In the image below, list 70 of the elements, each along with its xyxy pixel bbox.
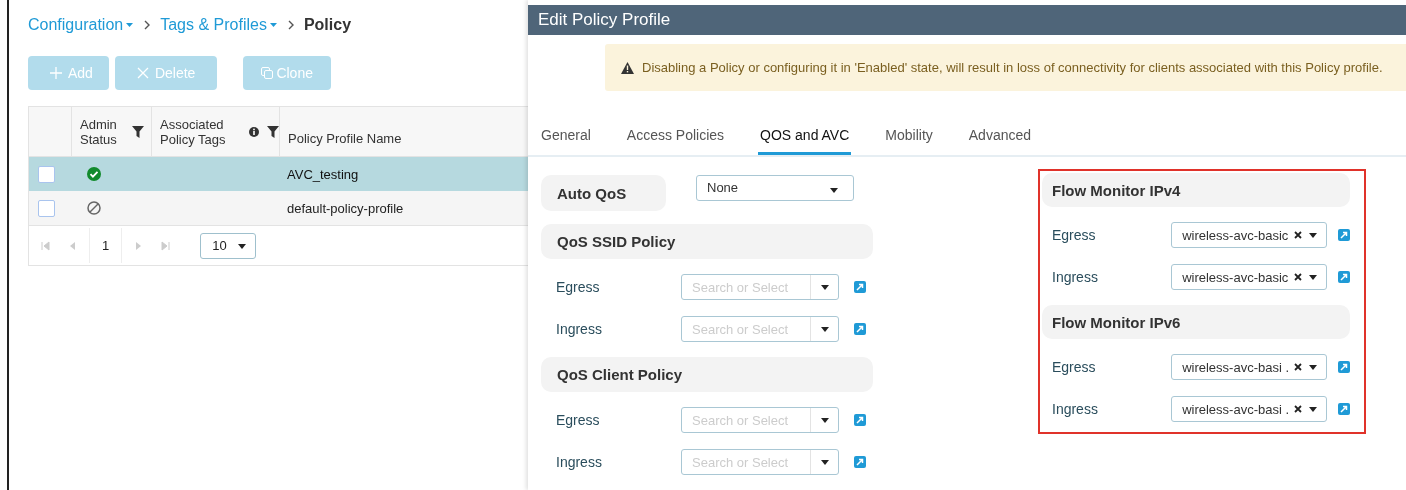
chevron-icon xyxy=(286,19,295,31)
select-field[interactable]: wireless-avc-basi . xyxy=(1171,396,1327,422)
field-label: Ingress xyxy=(555,454,603,470)
field-label: Ingress xyxy=(1051,269,1099,285)
edit-icon xyxy=(854,414,866,426)
field-label: Ingress xyxy=(1051,401,1099,417)
column-header: Associated Policy Tags xyxy=(160,116,227,147)
breadcrumb-current: Policy xyxy=(303,16,352,34)
select-field[interactable]: None xyxy=(696,175,854,201)
edit-icon xyxy=(854,323,866,335)
close-icon xyxy=(136,67,149,79)
tab[interactable]: QOS and AVC xyxy=(758,127,852,155)
field-label: Egress xyxy=(555,279,601,295)
caret-icon xyxy=(1308,363,1318,371)
clear-icon xyxy=(1294,231,1302,239)
caret-icon xyxy=(820,283,830,291)
table-row[interactable]: default-policy-profile xyxy=(29,191,528,225)
section-header: Flow Monitor IPv4 xyxy=(1042,173,1350,207)
column-header: Admin Status xyxy=(80,116,118,147)
edit-icon xyxy=(1338,361,1350,373)
caret-icon xyxy=(1308,273,1318,281)
column-header: Policy Profile Name xyxy=(288,131,402,146)
checkbox[interactable] xyxy=(38,165,55,183)
section-header: QoS SSID Policy xyxy=(541,224,873,259)
clear-icon xyxy=(1294,273,1302,281)
select-field[interactable]: wireless-avc-basic xyxy=(1171,264,1327,290)
caret-icon xyxy=(829,186,839,194)
tab[interactable]: Advanced xyxy=(968,127,1032,155)
edit-icon xyxy=(1338,403,1350,415)
field-label: Egress xyxy=(555,412,601,428)
table-cell: AVC_testing xyxy=(287,166,359,182)
clear-icon xyxy=(1294,363,1302,371)
caret-icon xyxy=(820,325,830,333)
caret-icon xyxy=(269,22,278,28)
table-row[interactable]: AVC_testing xyxy=(29,157,528,191)
caret-icon xyxy=(126,22,135,28)
table-cell: default-policy-profile xyxy=(287,200,404,216)
copy-icon xyxy=(261,67,274,79)
field-label: Egress xyxy=(1051,227,1097,243)
select-field[interactable]: wireless-avc-basi . xyxy=(1171,354,1327,380)
caret-icon xyxy=(820,416,830,424)
warning-icon xyxy=(621,61,634,74)
clear-icon xyxy=(1294,405,1302,413)
tab[interactable]: Mobility xyxy=(885,127,933,155)
section-header: Auto QoS xyxy=(541,175,666,211)
chevron-icon xyxy=(143,19,152,31)
edit-icon xyxy=(1338,229,1350,241)
caret-icon xyxy=(820,458,830,466)
section-header: QoS Client Policy xyxy=(541,357,873,392)
caret-icon xyxy=(1308,405,1318,413)
page-size-select[interactable]: 10 xyxy=(200,232,256,259)
field-label: Egress xyxy=(1051,359,1097,375)
plus-icon xyxy=(50,67,62,79)
section-header: Flow Monitor IPv6 xyxy=(1042,305,1350,339)
tab[interactable]: Access Policies xyxy=(626,127,725,155)
previous-page-icon xyxy=(68,240,77,251)
tab[interactable]: General xyxy=(541,127,591,155)
last-page-icon xyxy=(161,240,171,251)
edit-icon xyxy=(1338,271,1350,283)
caret-icon xyxy=(1308,231,1318,239)
dialog-title: Edit Policy Profile xyxy=(528,5,1406,36)
first-page-icon xyxy=(41,240,50,251)
page-number[interactable]: 1 xyxy=(89,228,123,263)
field-label: Ingress xyxy=(555,321,603,337)
warning-text: Disabling a Policy or configuring it in 'Enabled' state, will result in loss of connectivity for clients associated with this Policy profile. xyxy=(642,60,1383,76)
select-field[interactable]: wireless-avc-basic xyxy=(1171,222,1327,248)
checkbox[interactable] xyxy=(38,199,55,217)
edit-icon xyxy=(854,456,866,468)
caret-icon xyxy=(236,241,247,250)
edit-icon xyxy=(854,281,866,293)
